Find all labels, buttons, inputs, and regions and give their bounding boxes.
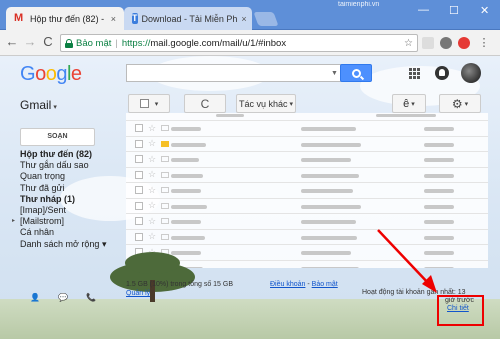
- lock-icon: [65, 38, 73, 48]
- annotation-arrow: [377, 229, 437, 293]
- tab-gmail-inbox[interactable]: Hộp thư đến (82) - ×: [6, 7, 124, 30]
- url-field[interactable]: Bảo mật | https:// mail.google.com/mail/…: [60, 34, 418, 52]
- taimienphi-icon: T: [132, 13, 138, 24]
- reload-button[interactable]: C: [38, 34, 58, 49]
- back-button[interactable]: ←: [2, 34, 22, 49]
- browser-tab-bar: Hộp thư đến (82) - × T Download - Tải Mi…: [0, 0, 500, 30]
- minimize-button[interactable]: —: [418, 4, 429, 16]
- url-text: mail.google.com/mail/u/1/#inbox: [150, 37, 287, 49]
- gmail-page: Google ▼ Gmail ▾ ▾ C Tác vụ khác ▾ ê ▾ ⚙ ▾ S…: [0, 56, 500, 339]
- tab-label: Download - Tải Miễn Ph: [141, 13, 238, 24]
- tab-download[interactable]: T Download - Tải Miễn Ph ×: [124, 7, 252, 30]
- menu-dots-icon[interactable]: ⋮: [478, 37, 490, 49]
- url-scheme: https://: [121, 37, 151, 49]
- watermark: taimienphi.vn: [338, 1, 380, 8]
- tab-label: Hộp thư đến (82) -: [30, 13, 105, 24]
- maximize-button[interactable]: ☐: [449, 4, 459, 17]
- new-tab-button[interactable]: [253, 12, 279, 26]
- arrow-line: [377, 229, 431, 286]
- address-bar: ← → C Bảo mật | https:// mail.google.com…: [0, 30, 500, 56]
- extension-icon[interactable]: [440, 37, 452, 49]
- bookmark-star-icon[interactable]: ☆: [404, 38, 413, 49]
- separator: |: [115, 37, 118, 49]
- close-tab-icon[interactable]: ×: [241, 14, 246, 24]
- close-window-button[interactable]: ✕: [480, 4, 489, 17]
- secure-label: Bảo mật: [76, 37, 112, 49]
- extension-icon[interactable]: [458, 37, 470, 49]
- gmail-icon: [14, 12, 26, 24]
- extension-icon[interactable]: [422, 37, 434, 49]
- close-tab-icon[interactable]: ×: [111, 14, 116, 24]
- forward-button[interactable]: →: [20, 34, 40, 49]
